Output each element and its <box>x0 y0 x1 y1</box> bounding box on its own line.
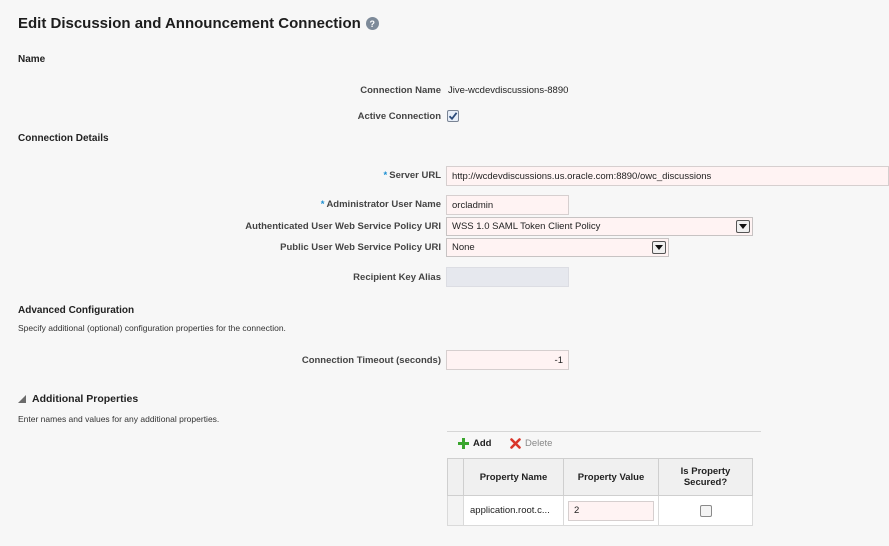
additional-properties-heading: Additional Properties <box>32 393 139 405</box>
admin-user-input[interactable]: orcladmin <box>446 195 569 215</box>
row-header-cell <box>447 495 464 526</box>
timeout-value: -1 <box>554 354 563 366</box>
help-icon[interactable]: ? <box>365 17 379 30</box>
chevron-down-icon[interactable] <box>736 220 750 233</box>
admin-user-value: orcladmin <box>452 199 494 211</box>
timeout-label: Connection Timeout (seconds) <box>301 355 441 366</box>
server-url-input[interactable]: http://wcdevdiscussions.us.oracle.com:88… <box>446 166 889 186</box>
additional-description: Enter names and values for any additiona… <box>18 414 220 424</box>
public-policy-label: Public User Web Service Policy URI <box>280 242 441 253</box>
public-policy-select[interactable]: None <box>446 238 669 257</box>
add-icon <box>458 438 469 449</box>
add-label: Add <box>473 438 492 449</box>
property-name-cell[interactable]: application.root.c... <box>463 495 564 526</box>
required-marker: * <box>383 170 388 181</box>
auth-policy-select[interactable]: WSS 1.0 SAML Token Client Policy <box>446 217 753 236</box>
admin-user-label-text: Administrator User Name <box>326 199 441 210</box>
property-value-input[interactable]: 2 <box>568 500 654 521</box>
connection-name-label: Connection Name <box>360 85 441 96</box>
delete-label: Delete <box>525 438 553 449</box>
active-connection-checkbox[interactable] <box>447 110 459 122</box>
recipient-key-label: Recipient Key Alias <box>353 272 441 283</box>
add-button[interactable]: Add <box>458 438 491 449</box>
server-url-value: http://wcdevdiscussions.us.oracle.com:88… <box>452 170 712 182</box>
connection-details-heading: Connection Details <box>18 133 109 144</box>
advanced-heading: Advanced Configuration <box>18 305 135 316</box>
column-header-property-name[interactable]: Property Name <box>463 458 564 496</box>
properties-table: Property Name Property Value Is Property… <box>447 458 753 526</box>
table-header-row: Property Name Property Value Is Property… <box>447 458 753 496</box>
name-section-heading: Name <box>18 54 46 65</box>
auth-policy-value: WSS 1.0 SAML Token Client Policy <box>452 221 601 232</box>
connection-name-value: Jive-wcdevdiscussions-8890 <box>448 85 569 96</box>
toolbar-divider <box>447 431 761 432</box>
disclosure-triangle-icon[interactable] <box>18 395 26 403</box>
admin-user-label: * Administrator User Name <box>321 199 441 210</box>
page-title: Edit Discussion and Announcement Connect… <box>18 15 379 32</box>
page-title-text: Edit Discussion and Announcement Connect… <box>18 15 361 32</box>
server-url-label-text: Server URL <box>389 170 441 181</box>
server-url-label: * Server URL <box>384 170 441 181</box>
property-value-text: 2 <box>574 505 580 516</box>
delete-icon <box>510 438 521 449</box>
public-policy-value: None <box>452 242 475 253</box>
active-connection-label: Active Connection <box>357 111 441 122</box>
timeout-input[interactable]: -1 <box>446 350 569 370</box>
recipient-key-input[interactable] <box>446 267 569 287</box>
column-header-is-secured[interactable]: Is Property Secured? <box>658 458 753 496</box>
property-secured-checkbox[interactable] <box>699 504 712 517</box>
delete-button[interactable]: Delete <box>510 438 552 449</box>
chevron-down-icon[interactable] <box>652 241 666 254</box>
property-value-cell: 2 <box>563 495 659 526</box>
row-header-cell <box>447 458 464 496</box>
advanced-description: Specify additional (optional) configurat… <box>18 323 286 333</box>
auth-policy-label: Authenticated User Web Service Policy UR… <box>245 221 441 232</box>
property-secured-wrap <box>659 504 752 517</box>
column-header-property-value[interactable]: Property Value <box>563 458 659 496</box>
required-marker: * <box>320 199 325 210</box>
property-secured-cell <box>658 495 753 526</box>
checkmark-icon <box>448 112 458 121</box>
additional-properties-header[interactable]: Additional Properties <box>18 393 138 405</box>
table-row[interactable]: application.root.c... 2 <box>447 495 753 526</box>
